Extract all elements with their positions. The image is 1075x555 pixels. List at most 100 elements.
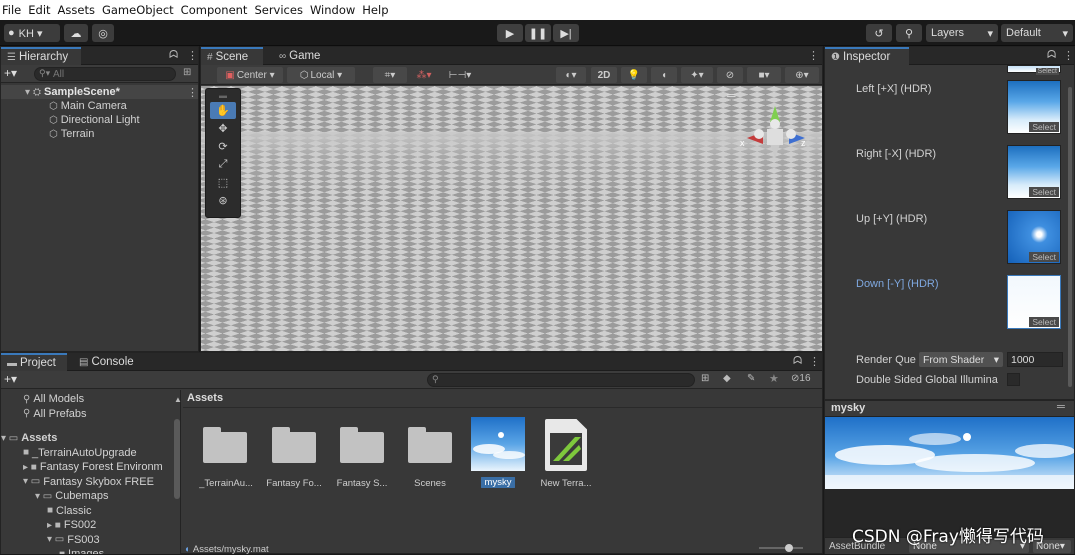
tree-item[interactable]: ▸ ■ Fantasy Forest Environm xyxy=(23,460,163,474)
audio-toggle[interactable]: ◖ xyxy=(651,67,677,83)
grid-snap-button[interactable]: ⌗▾ xyxy=(373,67,407,83)
asset-folder-fantasy-forest[interactable] xyxy=(272,427,316,463)
layers-dropdown[interactable]: Layers ▾ xyxy=(926,24,998,42)
kebab-menu-icon[interactable]: ⋮ xyxy=(187,86,198,99)
tree-item[interactable]: ▾ ▭ FS003 xyxy=(47,533,100,547)
asset-folder-scenes[interactable] xyxy=(408,427,452,463)
favorites-star-icon[interactable]: ★ xyxy=(769,372,779,385)
step-button[interactable]: ▶| xyxy=(553,24,579,42)
tree-item[interactable]: ⚲ All Models xyxy=(23,392,84,406)
tab-project[interactable]: ▬ Project xyxy=(1,353,67,371)
tree-item[interactable]: ■ Images xyxy=(59,547,104,554)
ruler-button[interactable]: ⊢⊣▾ xyxy=(441,67,479,83)
move-tool-button[interactable]: ✥ xyxy=(210,120,236,137)
camera-settings-dropdown[interactable]: ■▾ xyxy=(747,67,781,83)
lock-icon[interactable]: ᗣ xyxy=(1047,49,1056,62)
transform-tool-button[interactable]: ⊛ xyxy=(210,192,236,209)
kebab-menu-icon[interactable]: ⋮ xyxy=(808,49,819,62)
visibility-toggle[interactable]: ⊘ xyxy=(717,67,743,83)
inspector-scrollbar[interactable] xyxy=(1068,87,1072,387)
scale-tool-button[interactable]: ⤢ xyxy=(210,156,236,173)
menu-gameobject[interactable]: GameObject xyxy=(102,3,174,17)
render-queue-value-field[interactable]: 1000 xyxy=(1007,352,1063,367)
space-dropdown[interactable]: ⬡ Local ▾ xyxy=(287,67,355,83)
kebab-menu-icon[interactable]: ⋮ xyxy=(1063,49,1074,62)
hierarchy-search-input[interactable]: ⚲▾ All xyxy=(34,67,176,81)
select-button[interactable]: Select xyxy=(1029,252,1059,262)
icon-size-slider[interactable] xyxy=(759,547,803,549)
scene-root-row[interactable]: ▾ ⛭ SampleScene* ⋮ xyxy=(1,85,198,99)
hierarchy-item-main-camera[interactable]: ⬡ Main Camera xyxy=(49,99,127,113)
tab-game[interactable]: ∞ Game xyxy=(273,47,333,65)
menu-assets[interactable]: Assets xyxy=(58,3,95,17)
hidden-packages-icon[interactable]: ⊘16 xyxy=(791,373,811,384)
menu-help[interactable]: Help xyxy=(362,3,388,17)
hand-tool-button[interactable]: ✋ xyxy=(210,102,236,119)
cubemap-slot-up[interactable]: Select xyxy=(1007,210,1061,264)
filter-icon[interactable]: ⊞ xyxy=(183,67,191,78)
select-button[interactable]: Select xyxy=(1029,122,1059,132)
orientation-menu-icon[interactable]: ═ xyxy=(727,88,736,102)
kebab-menu-icon[interactable]: ⋮ xyxy=(187,49,198,62)
search-by-label-icon[interactable]: ◆ xyxy=(723,373,731,384)
tab-console[interactable]: ▤ Console xyxy=(73,353,143,371)
play-button[interactable]: ▶ xyxy=(497,24,523,42)
menu-component[interactable]: Component xyxy=(181,3,248,17)
scene-orientation-gizmo[interactable] xyxy=(739,104,811,164)
kebab-menu-icon[interactable]: ⋮ xyxy=(809,355,820,368)
lock-icon[interactable]: ᗣ xyxy=(793,355,802,368)
add-icon[interactable]: +▾ xyxy=(4,372,17,386)
collab-button[interactable]: ◎ xyxy=(92,24,114,42)
history-button[interactable]: ↺ xyxy=(866,24,892,42)
asset-folder-fantasy-skybox[interactable] xyxy=(340,427,384,463)
cubemap-slot-right[interactable]: Select xyxy=(1007,145,1061,199)
tab-hierarchy[interactable]: ☰ Hierarchy xyxy=(1,47,81,65)
tab-inspector[interactable]: ❶ Inspector xyxy=(825,47,909,65)
menu-edit[interactable]: Edit xyxy=(28,3,50,17)
tree-item[interactable]: ▾ ▭ Cubemaps xyxy=(35,489,108,503)
project-search-input[interactable]: ⚲ xyxy=(427,373,695,387)
asset-material-mysky[interactable] xyxy=(471,417,525,471)
menu-file[interactable]: File xyxy=(2,3,21,17)
cubemap-slot-down[interactable]: Select xyxy=(1007,275,1061,329)
cloud-button[interactable]: ☁ xyxy=(64,24,88,42)
gizmos-dropdown[interactable]: ⊕▾ xyxy=(785,67,819,83)
hierarchy-item-terrain[interactable]: ⬡ Terrain xyxy=(49,127,94,141)
double-sided-checkbox[interactable] xyxy=(1007,373,1020,386)
menu-services[interactable]: Services xyxy=(254,3,303,17)
hierarchy-item-directional-light[interactable]: ⬡ Directional Light xyxy=(49,113,140,127)
render-queue-dropdown[interactable]: From Shader ▾ xyxy=(919,352,1003,367)
tree-scrollbar[interactable]: ▲ xyxy=(174,393,182,553)
rect-tool-button[interactable]: ⬚ xyxy=(210,174,236,191)
cubemap-slot-left[interactable]: Select xyxy=(1007,80,1061,134)
pause-button[interactable]: ❚❚ xyxy=(525,24,551,42)
pivot-dropdown[interactable]: ▣ Center ▾ xyxy=(217,67,283,83)
lighting-toggle[interactable]: 💡 xyxy=(621,67,647,83)
lock-icon[interactable]: ᗣ xyxy=(169,49,178,62)
tree-item[interactable]: ■ Classic xyxy=(47,504,92,518)
tree-item[interactable]: ▸ ■ FS002 xyxy=(47,518,96,532)
toggle-2d-button[interactable]: 2D xyxy=(591,67,617,83)
drag-handle-icon[interactable]: ▬ xyxy=(206,89,240,101)
select-button[interactable]: Select xyxy=(1029,187,1059,197)
search-by-type-icon[interactable]: ⊞ xyxy=(701,373,709,384)
tab-scene[interactable]: # Scene xyxy=(201,47,263,65)
scene-viewport[interactable]: ▬ ✋ ✥ ⟳ ⤢ ⬚ ⊛ ═ x z xyxy=(201,86,822,351)
preview-menu-icon[interactable]: ═ xyxy=(1057,401,1065,413)
search-button[interactable]: ⚲ xyxy=(896,24,922,42)
menu-window[interactable]: Window xyxy=(310,3,355,17)
select-button[interactable]: Select xyxy=(1029,317,1059,327)
breadcrumb[interactable]: Assets xyxy=(187,392,223,404)
asset-terrain-data[interactable] xyxy=(545,419,587,471)
slider-thumb[interactable] xyxy=(785,544,793,552)
account-dropdown[interactable]: ● KH ▾ xyxy=(4,24,60,42)
layout-dropdown[interactable]: Default ▾ xyxy=(1001,24,1073,42)
tree-item[interactable]: ▾ ▭ Fantasy Skybox FREE xyxy=(23,475,154,489)
add-icon[interactable]: +▾ xyxy=(4,66,17,80)
effects-dropdown[interactable]: ✦▾ xyxy=(681,67,713,83)
rotate-tool-button[interactable]: ⟳ xyxy=(210,138,236,155)
tree-item[interactable]: ■ _TerrainAutoUpgrade xyxy=(23,446,137,460)
tree-item[interactable]: ⚲ All Prefabs xyxy=(23,407,87,421)
incremental-snap-button[interactable]: ⁂▾ xyxy=(411,67,437,83)
tree-item[interactable]: ▾ ▭ Assets xyxy=(1,431,57,445)
